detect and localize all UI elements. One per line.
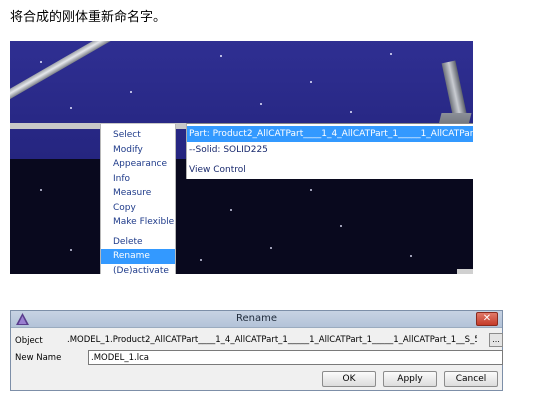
menu-item-info[interactable]: Info <box>101 172 175 187</box>
caption: 将合成的刚体重新命名字。 <box>10 10 167 25</box>
context-menu: Select Modify Appearance Info Measure Co… <box>100 124 176 274</box>
star <box>200 259 202 261</box>
star <box>390 53 392 55</box>
object-label: Object <box>15 336 43 346</box>
new-name-label: New Name <box>15 353 62 363</box>
rename-dialog: Rename ✕ Object .MODEL_1.Product2_AllCAT… <box>10 310 503 391</box>
tree-item-part[interactable]: Part: Product2_AllCATPart____1_4_AllCATP… <box>187 126 473 142</box>
menu-item-deactivate[interactable]: (De)activate <box>101 264 175 275</box>
menu-item-measure[interactable]: Measure <box>101 186 175 201</box>
3d-viewport[interactable]: Part: Product2_AllCATPart____1_4_AllCATP… <box>10 41 473 274</box>
model-tree-panel: Part: Product2_AllCATPart____1_4_AllCATP… <box>186 123 473 179</box>
dialog-titlebar[interactable]: Rename ✕ <box>11 311 502 328</box>
star <box>310 189 312 191</box>
star <box>410 255 412 257</box>
object-value: .MODEL_1.Product2_AllCATPart____1_4_AllC… <box>67 335 477 345</box>
star <box>130 91 132 93</box>
menu-item-modify[interactable]: Modify <box>101 143 175 158</box>
star <box>40 189 42 191</box>
star <box>350 111 352 113</box>
star <box>220 55 222 57</box>
star <box>340 225 342 227</box>
browse-button[interactable]: ... <box>489 333 503 347</box>
dialog-title: Rename <box>235 313 277 324</box>
star <box>260 103 262 105</box>
object-row: Object .MODEL_1.Product2_AllCATPart____1… <box>15 333 504 348</box>
close-button[interactable]: ✕ <box>476 312 498 326</box>
cancel-button[interactable]: Cancel <box>444 371 498 387</box>
apply-button[interactable]: Apply <box>383 371 437 387</box>
menu-item-select[interactable]: Select <box>101 128 175 143</box>
menu-item-make-flexible[interactable]: Make Flexible <box>101 215 175 230</box>
star <box>40 61 42 63</box>
ok-button[interactable]: OK <box>322 371 376 387</box>
tree-item-solid[interactable]: --Solid: SOLID225 <box>187 142 473 158</box>
star <box>310 81 312 83</box>
new-name-row: New Name <box>15 350 504 365</box>
scrollbar-corner <box>457 269 473 274</box>
star <box>270 247 272 249</box>
menu-item-delete[interactable]: Delete <box>101 235 175 250</box>
star <box>70 107 72 109</box>
star <box>70 249 72 251</box>
tree-item-view-control[interactable]: View Control <box>187 162 473 178</box>
menu-item-appearance[interactable]: Appearance <box>101 157 175 172</box>
star <box>230 209 232 211</box>
menu-item-rename[interactable]: Rename <box>101 249 175 264</box>
menu-item-copy[interactable]: Copy <box>101 201 175 216</box>
new-name-input[interactable] <box>88 350 503 365</box>
